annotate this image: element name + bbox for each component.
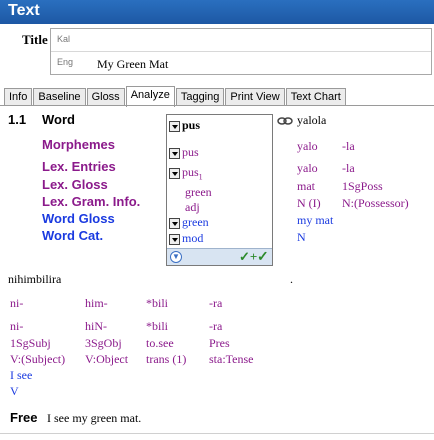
dropdown-arrow-icon[interactable] (169, 233, 180, 245)
next-entry-1[interactable]: yalo (297, 161, 318, 176)
gloss-to-see[interactable]: to.see (146, 336, 174, 351)
title-label: Title (22, 32, 48, 47)
morpheme-ra[interactable]: -ra (209, 296, 222, 311)
next-gloss-1[interactable]: mat (297, 179, 315, 194)
window-title: Text (0, 0, 434, 24)
popup-morpheme-row[interactable]: pus (169, 145, 199, 160)
dropdown-arrow-icon[interactable] (169, 217, 180, 229)
morpheme-him[interactable]: him- (85, 296, 108, 311)
gram-trans[interactable]: trans (1) (146, 352, 186, 367)
next-gram-1[interactable]: N (I) (297, 196, 321, 211)
tab-text-chart[interactable]: Text Chart (285, 88, 346, 106)
word-row-label: Word (42, 112, 75, 127)
next-word-gloss[interactable]: my mat (297, 213, 333, 228)
add-approve-icon[interactable]: ✓+ (239, 249, 257, 265)
title-row-eng[interactable]: Eng My Green Mat (51, 52, 431, 75)
tab-divider (0, 105, 434, 106)
next-morpheme-1[interactable]: yalo (297, 139, 318, 154)
popup-gloss: green (185, 185, 212, 199)
popup-entry-sub: 1 (198, 172, 203, 182)
morpheme-bili[interactable]: *bili (146, 296, 168, 311)
word-cat-row-label: Word Cat. (42, 228, 104, 243)
entry-hin[interactable]: hiN- (85, 319, 107, 334)
title-row-kal[interactable]: Kal (51, 29, 431, 52)
dropdown-arrow-icon[interactable] (169, 167, 180, 179)
entry-bili[interactable]: *bili (146, 319, 168, 334)
analysis-chooser-popup[interactable]: pus pus pus1 green adj green mod ▼ ✓+ ✓ (166, 114, 273, 266)
tab-strip: Info Baseline Gloss Analyze Tagging Prin… (4, 86, 347, 107)
next-gram-2[interactable]: N:(Possessor) (342, 196, 409, 211)
gloss-3sgobj[interactable]: 3SgObj (85, 336, 122, 351)
gloss-1sgsubj[interactable]: 1SgSubj (10, 336, 51, 351)
dropdown-arrow-icon[interactable] (169, 147, 180, 159)
popup-word-cat-row[interactable]: mod (169, 231, 203, 246)
next-word-cat[interactable]: N (297, 230, 306, 245)
lex-gloss-row-label: Lex. Gloss (42, 177, 108, 192)
tab-print-view[interactable]: Print View (225, 88, 285, 106)
tab-baseline[interactable]: Baseline (33, 88, 86, 106)
popup-entry: pus (182, 165, 199, 179)
gram-tense[interactable]: sta:Tense (209, 352, 253, 367)
segment-number: 1.1 (8, 112, 27, 127)
ws-label-eng: Eng (57, 57, 74, 67)
next-gloss-2[interactable]: 1SgPoss (342, 179, 383, 194)
popup-word-row[interactable]: pus (169, 118, 200, 133)
gloss-pres[interactable]: Pres (209, 336, 230, 351)
morphemes-row-label: Morphemes (42, 137, 115, 152)
morpheme-ni[interactable]: ni- (10, 296, 23, 311)
gram-object[interactable]: V:Object (85, 352, 128, 367)
free-translation-value[interactable]: I see my green mat. (47, 411, 141, 426)
next-morpheme-2[interactable]: -la (342, 139, 355, 154)
tab-tagging[interactable]: Tagging (175, 88, 225, 106)
word-gloss-i-see[interactable]: I see (10, 368, 32, 383)
popup-word-gloss-row[interactable]: green (169, 215, 209, 230)
tab-gloss[interactable]: Gloss (86, 88, 125, 106)
link-icon[interactable] (277, 117, 293, 125)
entry-ni[interactable]: ni- (10, 319, 23, 334)
approve-check-icon[interactable]: ✓ (257, 249, 269, 266)
popup-word: pus (182, 118, 201, 132)
entry-ra[interactable]: -ra (209, 319, 222, 334)
lex-gram-info-row-label: Lex. Gram. Info. (42, 194, 141, 209)
word-gloss-row-label: Word Gloss (42, 211, 115, 226)
free-translation-label: Free (10, 410, 38, 425)
options-menu-icon[interactable]: ▼ (170, 251, 182, 263)
word-nihimbilira[interactable]: nihimbilira (8, 272, 61, 287)
next-entry-2[interactable]: -la (342, 161, 355, 176)
lex-entries-row-label: Lex. Entries (42, 159, 116, 174)
word-cat-v[interactable]: V (10, 384, 19, 399)
gram-subject[interactable]: V:(Subject) (10, 352, 65, 367)
dropdown-arrow-icon[interactable] (169, 120, 180, 132)
title-value-eng[interactable]: My Green Mat (97, 57, 168, 72)
segment-period[interactable]: . (290, 272, 293, 287)
popup-gram: adj (185, 200, 200, 214)
popup-word-gloss: green (182, 215, 209, 229)
popup-footer: ▼ ✓+ ✓ (167, 248, 272, 265)
popup-word-cat: mod (182, 231, 204, 245)
ws-label-kal: Kal (57, 34, 71, 44)
tab-info[interactable]: Info (4, 88, 33, 106)
popup-morpheme: pus (182, 145, 199, 159)
title-box: Kal Eng My Green Mat (50, 28, 432, 75)
tab-analyze[interactable]: Analyze (125, 86, 175, 107)
popup-entry-row[interactable]: pus1 (169, 165, 203, 181)
bottom-divider (0, 433, 434, 434)
next-word[interactable]: yalola (297, 113, 326, 128)
